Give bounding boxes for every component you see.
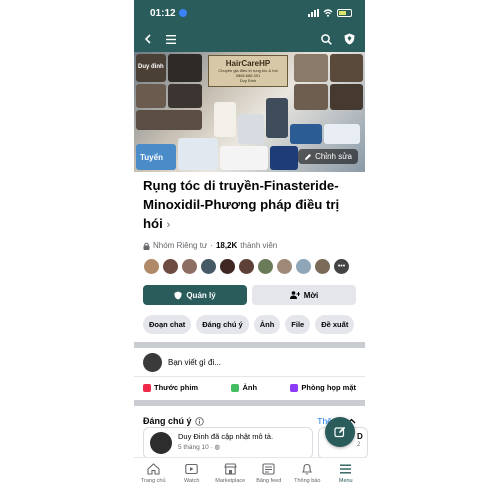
group-tabs: Đoạn chat Đáng chú ý Ảnh File Đề xuất	[134, 305, 365, 334]
featured-post-date: 5 tháng 10 ·	[178, 444, 213, 451]
chip-suggested[interactable]: Đề xuất	[315, 315, 355, 334]
room-button[interactable]: Phòng họp mặt	[290, 383, 356, 392]
chip-featured[interactable]: Đáng chú ý	[196, 315, 249, 334]
featured-post-text: Duy Đinh đã cập nhật mô tả.	[178, 432, 274, 441]
edit-cover-button[interactable]: Chỉnh sửa	[298, 149, 358, 164]
globe-icon: ◍	[214, 444, 221, 451]
edit-cover-label: Chỉnh sửa	[315, 152, 352, 161]
bell-icon	[301, 463, 313, 475]
back-icon[interactable]	[144, 34, 152, 44]
tab-feeds[interactable]: Bảng feed	[250, 458, 289, 499]
list-icon[interactable]	[166, 34, 176, 44]
shield-icon	[174, 291, 182, 299]
member-avatar	[162, 258, 179, 275]
chip-photos[interactable]: Ảnh	[253, 315, 281, 334]
group-title[interactable]: Rụng tóc di truyền-Finasteride-Minoxidil…	[134, 172, 365, 235]
tab-marketplace[interactable]: Marketplace	[211, 458, 250, 499]
more-members-icon[interactable]: •••	[333, 258, 350, 275]
avatar	[150, 432, 172, 454]
member-avatar	[219, 258, 236, 275]
tab-notifications[interactable]: Thông báo	[288, 458, 327, 499]
featured-heading: Đáng chú ý	[143, 416, 192, 426]
bottom-tab-bar: Trang chủ Watch Marketplace Bảng feed Th…	[134, 457, 365, 499]
menu-icon	[340, 464, 352, 474]
signal-icon	[308, 9, 319, 17]
sign-title: HairCareHP	[225, 59, 271, 68]
watch-icon	[185, 463, 198, 475]
shield-icon[interactable]	[344, 33, 355, 45]
feed-icon	[262, 463, 275, 475]
video-room-icon	[290, 383, 299, 392]
wifi-icon	[323, 9, 333, 17]
cover-sign: HairCareHP Chuyên gia điều trị rụng tóc …	[208, 55, 288, 87]
photo-icon	[231, 383, 240, 392]
add-person-icon	[289, 291, 300, 299]
compose-post-button[interactable]	[325, 417, 355, 447]
chip-chats[interactable]: Đoạn chat	[143, 315, 192, 334]
cover-label-bottom: Tuyển	[140, 153, 163, 162]
member-avatars[interactable]: •••	[134, 250, 365, 275]
featured-post-sub: 2	[357, 442, 361, 448]
reels-icon	[143, 383, 151, 392]
manage-button[interactable]: Quản lý	[143, 285, 247, 305]
member-avatar	[200, 258, 217, 275]
manage-label: Quản lý	[186, 290, 216, 300]
tab-home[interactable]: Trang chủ	[134, 458, 173, 499]
search-icon[interactable]	[321, 33, 332, 45]
pencil-icon	[305, 153, 312, 160]
status-bar: 01:12	[134, 0, 365, 26]
tab-watch[interactable]: Watch	[173, 458, 212, 499]
invite-label: Mời	[303, 290, 319, 300]
member-avatar	[257, 258, 274, 275]
tab-menu[interactable]: Menu	[327, 458, 366, 499]
member-count: 18,2K	[215, 241, 238, 250]
status-time: 01:12	[150, 7, 176, 19]
chevron-right-icon: ›	[166, 219, 171, 231]
post-composer[interactable]: Bạn viết gì đi...	[134, 348, 365, 376]
member-avatar	[143, 258, 160, 275]
composer-placeholder: Bạn viết gì đi...	[168, 357, 221, 367]
info-icon[interactable]	[194, 416, 204, 426]
member-label: thành viên	[240, 241, 278, 250]
group-meta: Nhóm Riêng tư · 18,2K thành viên	[134, 235, 365, 250]
cover-photo: HairCareHP Chuyên gia điều trị rụng tóc …	[134, 52, 365, 172]
member-avatar	[276, 258, 293, 275]
cover-label-left: Duy đinh	[138, 64, 164, 70]
composer-actions: Thước phim Ảnh Phòng họp mặt	[134, 376, 365, 398]
member-avatar	[314, 258, 331, 275]
app-bar	[134, 26, 365, 52]
battery-icon	[337, 9, 352, 17]
location-icon	[178, 9, 187, 17]
member-avatar	[295, 258, 312, 275]
featured-post-card[interactable]: Duy Đinh đã cập nhật mô tả. 5 tháng 10 ·…	[143, 427, 313, 459]
reels-button[interactable]: Thước phim	[143, 383, 198, 392]
chip-files[interactable]: File	[285, 315, 311, 334]
compose-icon	[334, 426, 346, 438]
group-privacy: Nhóm Riêng tư	[153, 241, 208, 250]
invite-button[interactable]: Mời	[252, 285, 356, 305]
photo-button[interactable]: Ảnh	[231, 383, 257, 392]
home-icon	[147, 463, 160, 475]
sign-name: Duy Đinh	[239, 78, 257, 83]
avatar	[143, 352, 162, 372]
lock-icon	[143, 242, 150, 250]
marketplace-icon	[223, 463, 237, 475]
member-avatar	[238, 258, 255, 275]
member-avatar	[181, 258, 198, 275]
featured-post-initial: D	[357, 432, 363, 441]
